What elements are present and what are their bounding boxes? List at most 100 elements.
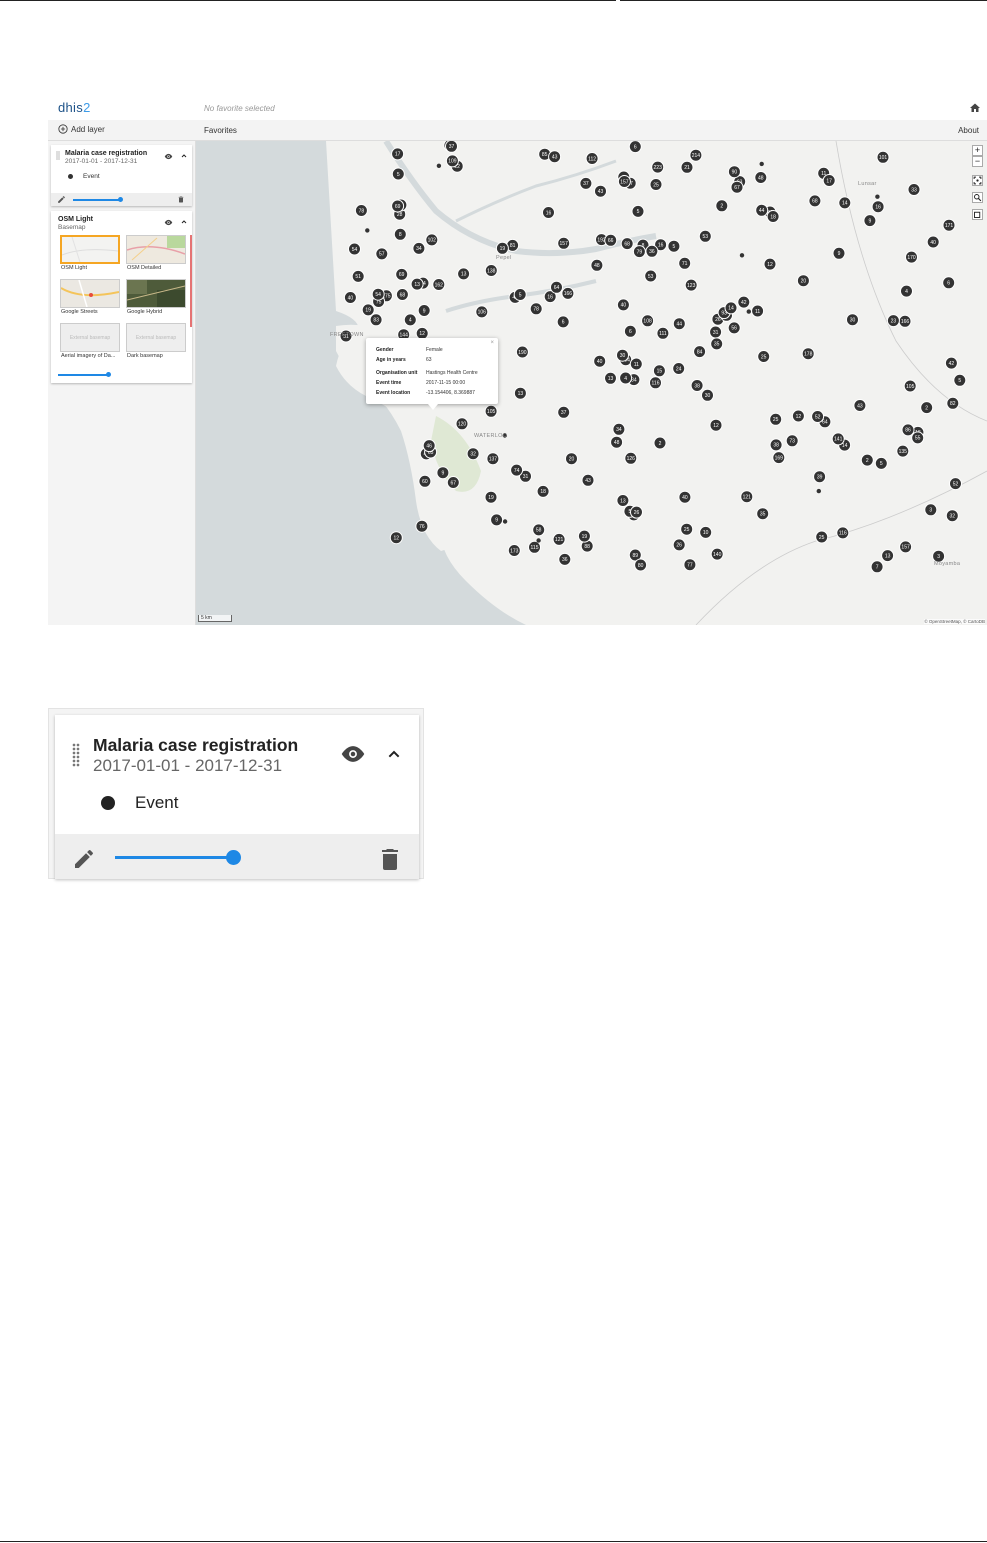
collapse-chevron-icon[interactable] (385, 746, 403, 762)
event-cluster-count: 68 (400, 292, 406, 298)
single-event-point[interactable] (746, 309, 751, 314)
event-cluster-count: 71 (682, 261, 688, 267)
opacity-slider[interactable] (73, 199, 120, 201)
dhis2-maps-app: dhis2 No favorite selected Add layer Fav… (48, 96, 987, 625)
event-cluster-count: 81 (510, 243, 516, 249)
delete-trash-icon[interactable] (177, 195, 185, 204)
popup-label: Organisation unit (376, 370, 418, 376)
visibility-eye-icon[interactable] (339, 745, 367, 763)
basemap-thumb-google-hybrid[interactable] (126, 279, 186, 308)
about-link[interactable]: About (958, 126, 979, 135)
layers-panel: Malaria case registration 2017-01-01 - 2… (48, 141, 196, 625)
single-event-point[interactable] (875, 194, 880, 199)
measure-button[interactable] (972, 209, 983, 220)
event-cluster-count: 77 (687, 563, 693, 569)
dhis2-logo[interactable]: dhis2 (58, 100, 91, 115)
event-cluster-count: 17 (826, 178, 832, 184)
basemap-scrollbar[interactable] (190, 235, 192, 327)
basemap-thumb-osm-detailed[interactable] (126, 235, 186, 264)
event-cluster-count: 137 (489, 457, 498, 463)
search-button[interactable] (972, 192, 983, 203)
single-event-point[interactable] (816, 488, 821, 494)
opacity-slider-knob[interactable] (118, 197, 123, 202)
event-cluster-count: 169 (775, 455, 784, 461)
event-cluster-count: 69 (395, 204, 401, 210)
logo-accent: 2 (83, 100, 91, 115)
drag-handle-icon[interactable] (72, 743, 80, 767)
event-cluster-count: 11 (755, 309, 760, 315)
event-cluster-count: 85 (542, 152, 548, 158)
basemap-label: Aerial imagery of Da... (61, 353, 116, 359)
edit-pencil-icon[interactable] (57, 195, 66, 204)
place-label: Lunsar (858, 181, 877, 187)
place-label: Moyamba (934, 561, 961, 567)
collapse-chevron-icon[interactable] (180, 218, 188, 226)
event-cluster-count: 13 (518, 391, 524, 397)
event-cluster-count: 157 (560, 241, 569, 247)
event-cluster-count: 36 (649, 249, 655, 255)
collapse-chevron-icon[interactable] (180, 152, 188, 160)
event-cluster-count: 166 (901, 319, 910, 325)
event-cluster-count: 54 (352, 247, 358, 253)
single-event-point[interactable] (365, 228, 370, 233)
map-view[interactable]: 1163410426314816408422312171131268123916… (196, 141, 987, 625)
event-cluster-count: 112 (588, 156, 596, 162)
delete-trash-icon[interactable] (380, 847, 400, 871)
basemap-thumb-dark[interactable]: External basemap (126, 323, 186, 352)
zoom-out-button[interactable]: − (972, 156, 983, 167)
opacity-slider[interactable] (115, 856, 233, 859)
event-cluster-count: 53 (648, 274, 654, 280)
event-cluster-count: 170 (907, 255, 916, 261)
event-legend-dot (68, 174, 73, 179)
event-popup: × Gender Female Age in years 63 Organisa… (366, 338, 498, 410)
event-cluster-count: 157 (620, 179, 629, 185)
event-cluster-count: 18 (770, 214, 776, 220)
event-cluster-count: 89 (633, 553, 639, 559)
event-cluster-count: 6 (634, 144, 637, 150)
layer-period: 2017-01-01 - 2017-12-31 (93, 756, 283, 775)
visibility-eye-icon[interactable] (164, 219, 173, 226)
event-cluster-count: 2 (720, 204, 723, 210)
single-event-point[interactable] (739, 253, 745, 258)
opacity-slider[interactable] (58, 374, 108, 376)
basemap-thumb-google-streets[interactable] (60, 279, 120, 308)
single-event-point[interactable] (759, 161, 764, 167)
opacity-slider-knob[interactable] (226, 850, 241, 865)
favorites-menu[interactable]: Favorites (204, 126, 237, 135)
fit-bounds-button[interactable] (972, 175, 983, 186)
opacity-slider-knob[interactable] (106, 372, 111, 377)
basemap-label: Dark basemap (127, 353, 163, 359)
event-cluster-count: 76 (419, 524, 425, 530)
map-attribution[interactable]: © OpenStreetMap, © CartoDB (924, 619, 985, 624)
event-cluster-count: 42 (949, 361, 955, 367)
event-cluster-count: 43 (598, 189, 604, 195)
event-cluster-count: 32 (470, 452, 476, 458)
zoom-in-button[interactable]: + (972, 145, 983, 156)
event-cluster-count: 83 (373, 318, 379, 324)
event-cluster-count: 68 (812, 199, 818, 205)
basemap-thumb-aerial[interactable]: External basemap (60, 323, 120, 352)
single-event-point[interactable] (436, 163, 442, 168)
event-cluster-count: 39 (817, 475, 823, 481)
home-icon[interactable] (969, 102, 981, 114)
single-event-point[interactable] (536, 538, 541, 543)
popup-value: 63 (426, 357, 432, 363)
event-cluster-count: 5 (880, 461, 883, 467)
event-cluster-count: 69 (399, 272, 405, 278)
event-cluster-count: 109 (448, 159, 457, 165)
basemap-thumb-osm-light[interactable] (60, 235, 120, 264)
event-cluster-count: 46 (426, 443, 432, 449)
event-cluster-count: 9 (838, 251, 841, 257)
event-cluster-count: 9 (869, 218, 872, 224)
single-event-point[interactable] (502, 519, 508, 524)
event-cluster-count: 12 (796, 414, 802, 420)
external-basemap-placeholder: External basemap (135, 335, 177, 341)
visibility-eye-icon[interactable] (164, 153, 173, 160)
drag-handle-icon[interactable] (56, 151, 60, 160)
event-cluster-count: 135 (899, 449, 908, 455)
event-cluster-count: 17 (395, 152, 401, 158)
edit-pencil-icon[interactable] (72, 847, 96, 871)
popup-close-button[interactable]: × (490, 340, 494, 346)
add-layer-button[interactable]: Add layer (58, 124, 105, 134)
event-cluster-count: 115 (531, 545, 539, 551)
